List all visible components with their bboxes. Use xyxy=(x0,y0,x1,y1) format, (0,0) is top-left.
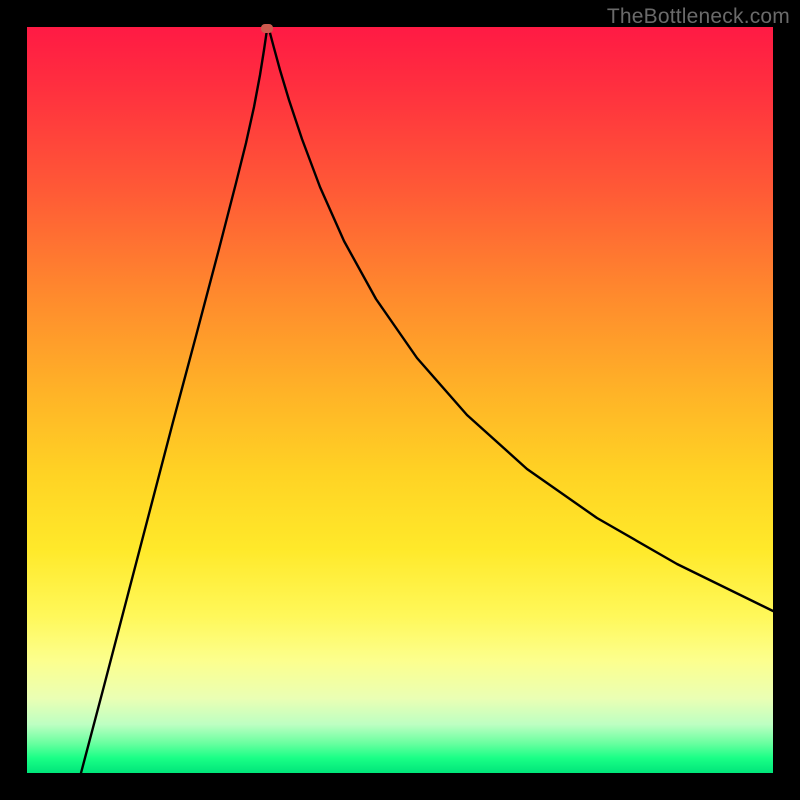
curve-right-branch xyxy=(268,27,773,611)
curve-left-branch xyxy=(81,27,268,773)
minimum-marker xyxy=(261,24,273,33)
watermark-text: TheBottleneck.com xyxy=(607,5,790,29)
outer-frame: TheBottleneck.com xyxy=(0,0,800,800)
curve-layer xyxy=(27,27,773,773)
